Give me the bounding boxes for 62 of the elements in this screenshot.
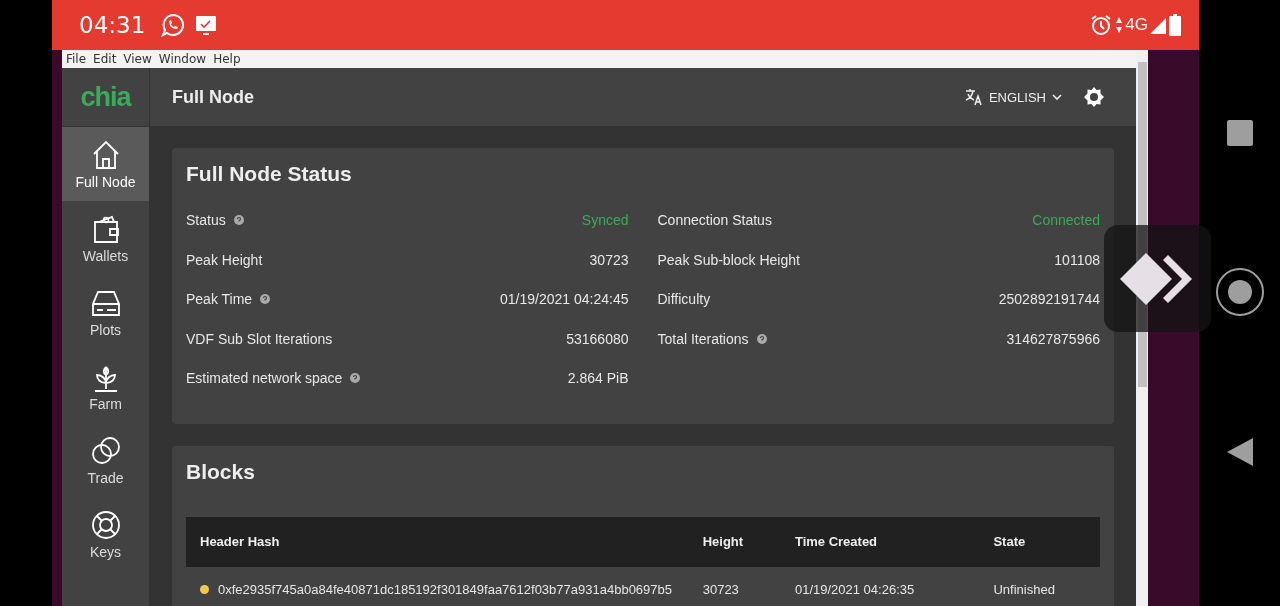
card-title: Blocks	[186, 459, 256, 484]
signal-icon	[1150, 16, 1166, 34]
triangle-icon	[1226, 437, 1253, 466]
battery-icon	[1169, 14, 1181, 36]
stat-value: 30723	[589, 251, 629, 268]
circle-icon	[1214, 267, 1265, 317]
stat-value: 01/19/2021 04:24:45	[500, 291, 629, 307]
stat-label: Peak Sub-block Height	[657, 251, 800, 268]
stat-label: Peak Height	[186, 251, 263, 268]
menu-item[interactable]: Window	[158, 52, 207, 66]
stat-value: 101108	[1054, 251, 1100, 268]
settings-icon[interactable]	[1084, 87, 1104, 107]
monitor-check-icon	[195, 14, 218, 36]
stat-label: Difficulty	[657, 291, 711, 307]
clock-time: 04:31	[79, 12, 146, 38]
stat-value: Connected	[1032, 212, 1100, 228]
column-header: Time Created	[780, 516, 980, 567]
stat-value: 314627875966	[1006, 330, 1100, 347]
stat-label: Status	[186, 212, 226, 228]
table-cell: 0xfe2935f745a0a84fe40871dc185192f301849faa7612f03b77a931a4bb0697b5	[218, 582, 672, 597]
stat-label: VDF Sub Slot Iterations	[186, 330, 333, 347]
nav-item[interactable]: Farm	[62, 349, 149, 423]
stat-label: Estimated network space	[186, 370, 343, 386]
stat-label: Total Iterations	[657, 330, 749, 347]
recents-button[interactable]	[1226, 120, 1253, 147]
nav-item[interactable]: Full Node	[62, 127, 149, 201]
logo: chia	[80, 81, 131, 113]
column-header: Header Hash	[186, 516, 689, 567]
stat-label: Peak Time	[186, 291, 253, 307]
menu-item[interactable]: Edit	[93, 52, 117, 66]
chat-bubble-icon	[161, 13, 186, 37]
page-title: Full Node	[172, 86, 254, 108]
table-cell: 01/19/2021 04:26:35	[780, 566, 980, 606]
lifebuoy-icon	[89, 508, 122, 541]
rings-icon	[89, 434, 122, 467]
stat-value: Synced	[581, 212, 629, 228]
alarm-icon	[1090, 14, 1113, 36]
translate-icon	[964, 88, 983, 106]
data-arrows-icon	[1115, 15, 1124, 35]
chevron-down-icon	[1052, 94, 1062, 100]
nav-item[interactable]: Keys	[62, 497, 149, 571]
card-title: Full Node Status	[186, 162, 353, 186]
nav-item[interactable]: Plots	[62, 275, 149, 349]
stat-label: Connection Status	[657, 212, 772, 228]
home-button[interactable]	[1214, 267, 1265, 317]
menu-item[interactable]: File	[66, 52, 87, 66]
menu-item[interactable]: View	[123, 52, 152, 66]
nav-item[interactable]: Wallets	[62, 201, 149, 275]
table-cell: 30723	[688, 566, 781, 606]
stat-value: 53166080	[566, 330, 629, 347]
remote-desktop-button[interactable]	[1104, 225, 1211, 332]
menu-item[interactable]: Help	[213, 52, 241, 66]
stat-value: 2502892191744	[998, 291, 1100, 307]
square-icon	[1226, 120, 1253, 147]
back-button[interactable]	[1226, 437, 1253, 466]
language-select[interactable]: ENGLISH	[958, 87, 1068, 107]
table-cell: Unfinished	[979, 566, 1100, 606]
nav-item[interactable]: Trade	[62, 423, 149, 497]
column-header: Height	[688, 516, 781, 567]
column-header: State	[979, 516, 1100, 567]
stat-value: 2.864 PiB	[567, 370, 629, 386]
network-type: 4G	[1125, 15, 1148, 35]
